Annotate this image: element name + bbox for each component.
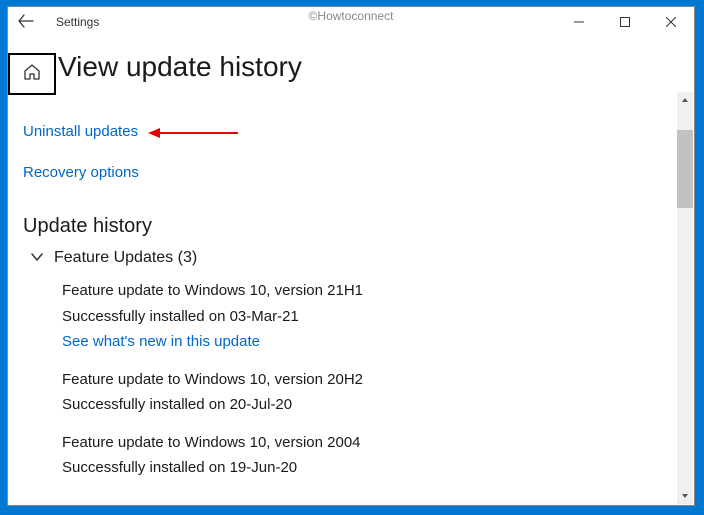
- settings-window: ©Howtoconnect Settings View upda: [7, 6, 695, 506]
- update-status: Successfully installed on 20-Jul-20: [62, 395, 363, 415]
- uninstall-updates-link[interactable]: Uninstall updates: [23, 123, 139, 140]
- home-button[interactable]: [8, 53, 56, 95]
- updates-list: Feature update to Windows 10, version 21…: [62, 281, 363, 496]
- update-status: Successfully installed on 19-Jun-20: [62, 458, 363, 478]
- update-title: Feature update to Windows 10, version 20…: [62, 433, 363, 453]
- action-links: Uninstall updates Recovery options: [23, 123, 139, 205]
- update-title: Feature update to Windows 10, version 20…: [62, 370, 363, 390]
- home-icon: [22, 62, 42, 87]
- content-area: View update history Uninstall updates Re…: [8, 37, 694, 505]
- page-title: View update history: [58, 51, 302, 83]
- update-status: Successfully installed on 03-Mar-21: [62, 307, 363, 327]
- window-controls: [556, 7, 694, 37]
- recovery-options-link[interactable]: Recovery options: [23, 164, 139, 181]
- update-history-heading: Update history: [23, 215, 152, 238]
- bottom-fade: [8, 499, 694, 505]
- minimize-button[interactable]: [556, 7, 602, 37]
- titlebar: Settings: [8, 7, 694, 37]
- see-whats-new-link[interactable]: See what's new in this update: [62, 332, 363, 352]
- chevron-down-icon: [30, 251, 44, 265]
- update-title: Feature update to Windows 10, version 21…: [62, 281, 363, 301]
- annotation-arrow-icon: [148, 126, 238, 140]
- close-button[interactable]: [648, 7, 694, 37]
- list-item: Feature update to Windows 10, version 20…: [62, 433, 363, 478]
- back-button[interactable]: [18, 14, 34, 31]
- list-item: Feature update to Windows 10, version 20…: [62, 370, 363, 415]
- app-name-label: Settings: [56, 15, 99, 29]
- titlebar-left: Settings: [18, 14, 99, 31]
- feature-updates-expander[interactable]: Feature Updates (3): [30, 249, 197, 267]
- scrollbar[interactable]: [677, 92, 693, 504]
- list-item: Feature update to Windows 10, version 21…: [62, 281, 363, 352]
- scroll-up-button[interactable]: [677, 92, 693, 108]
- maximize-button[interactable]: [602, 7, 648, 37]
- scrollbar-thumb[interactable]: [677, 130, 693, 208]
- feature-updates-label: Feature Updates (3): [54, 249, 197, 267]
